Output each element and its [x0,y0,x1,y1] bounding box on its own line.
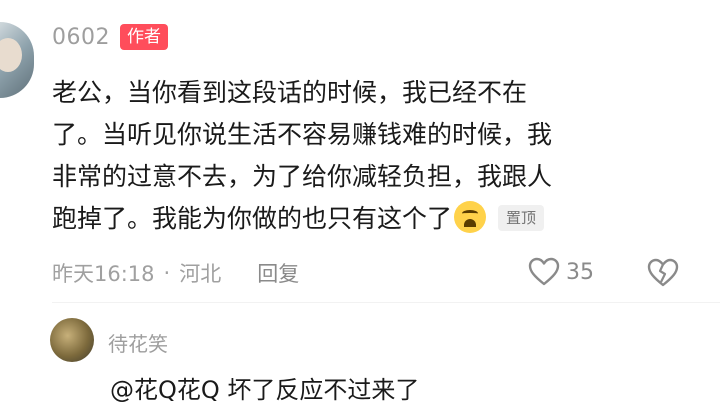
comment-body: 老公，当你看到这段话的时候，我已经不在 了。当听见你说生活不容易赚钱难的时候，我… [52,72,692,240]
reply-body: @花Q花Q 坏了反应不过来了 [110,370,419,405]
comment-meta: 昨天16:18 · 河北 回复 [52,258,299,288]
reply-button[interactable]: 回复 [257,258,299,288]
comment-line: 老公，当你看到这段话的时候，我已经不在 [52,78,528,107]
dislike-button[interactable] [646,258,680,292]
comment-line: 非常的过意不去，为了给你减轻负担，我跟人 [52,162,553,191]
author-avatar[interactable] [0,22,34,98]
comment-divider [52,302,720,303]
comment-last-line: 跑掉了。我能为你做的也只有这个了 置顶 [52,198,692,240]
comment-header: 0602 作者 [52,24,168,50]
meta-separator: · [163,261,171,285]
reply-text: 坏了反应不过来了 [227,376,420,404]
author-name[interactable]: 0602 [52,25,110,50]
like-count: 35 [566,259,594,285]
like-button[interactable]: 35 [528,257,594,287]
reply-author-name[interactable]: 待花笑 [108,328,168,357]
author-badge: 作者 [120,24,168,50]
comment-line: 跑掉了。我能为你做的也只有这个了 [52,204,453,233]
reply-mention[interactable]: @花Q花Q [110,376,220,404]
reply-avatar[interactable] [50,318,94,362]
broken-heart-icon [647,258,679,287]
heart-icon [528,257,560,286]
comment-time: 昨天16:18 [52,262,155,286]
comment-line: 了。当听见你说生活不容易赚钱难的时候，我 [52,120,553,149]
comment-location: 河北 [179,262,222,286]
pinned-badge: 置顶 [498,205,545,231]
crying-face-icon [454,201,487,233]
avatar-face [0,38,22,72]
